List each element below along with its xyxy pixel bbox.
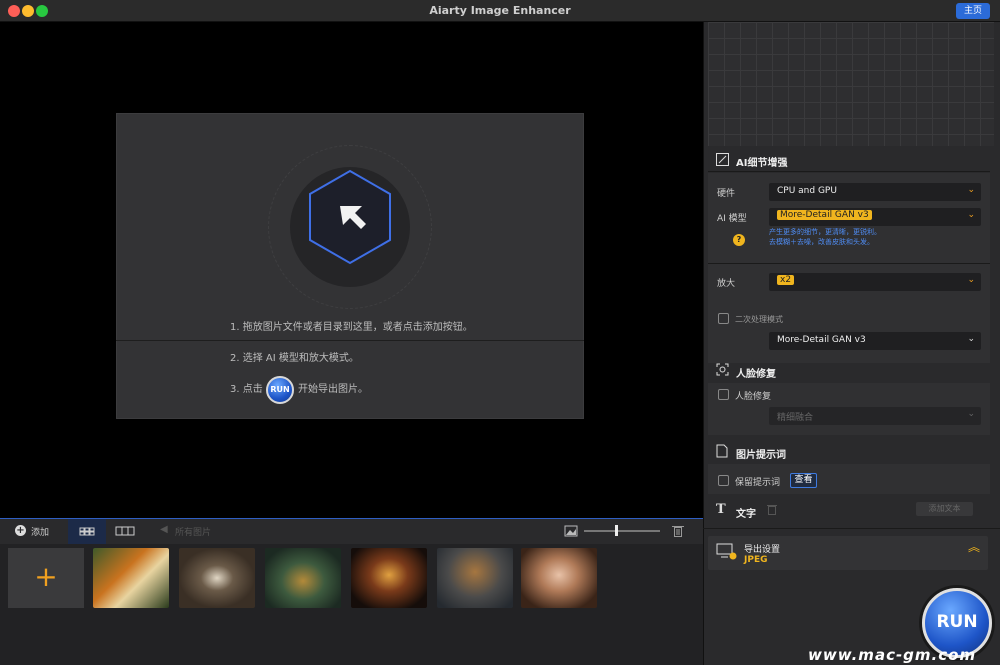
model-description-2: 去模糊＋去噪，改善皮肤和头发。	[769, 238, 874, 246]
add-text-button[interactable]: 添加文本	[916, 502, 973, 516]
hardware-label: 硬件	[717, 189, 736, 199]
export-title: 导出设置	[744, 545, 781, 555]
face-repair-checkbox[interactable]	[718, 389, 729, 400]
face-mode-value: 精细融合	[777, 413, 814, 423]
trash-icon[interactable]	[672, 524, 684, 537]
prompt-title: 图片提示词	[736, 450, 786, 461]
home-button[interactable]: 主页	[956, 3, 990, 19]
instruction-step-3-prefix: 3. 点击	[230, 384, 263, 395]
trash-icon[interactable]	[767, 503, 777, 515]
chevron-down-icon: ⌄	[967, 409, 975, 419]
divider	[703, 528, 1000, 529]
add-icon[interactable]: +	[15, 525, 26, 536]
chevron-down-icon: ⌄	[967, 334, 975, 344]
face-mode-select[interactable]: 精细融合 ⌄	[769, 407, 981, 425]
instruction-step-2: 2. 选择 AI 模型和放大模式。	[230, 353, 359, 364]
export-settings-icon	[716, 543, 737, 560]
chevron-down-icon: ⌄	[967, 210, 975, 220]
model-select[interactable]: More-Detail GAN v3 ⌄	[769, 208, 981, 226]
chevron-down-icon: ⌄	[967, 275, 975, 285]
model-value: More-Detail GAN v3	[777, 210, 872, 220]
grid-view-icon	[79, 527, 95, 536]
face-icon	[716, 363, 729, 376]
second-pass-select[interactable]: More-Detail GAN v3 ⌄	[769, 332, 981, 350]
help-icon[interactable]: ?	[733, 234, 745, 246]
enhance-icon	[716, 153, 729, 166]
slider-handle[interactable]	[615, 525, 618, 536]
face-repair-label: 人脸修复	[735, 392, 772, 402]
text-title: 文字	[736, 509, 756, 520]
ai-detail-title: AI细节增强	[736, 158, 788, 169]
drop-zone-divider	[116, 340, 584, 341]
second-pass-value: More-Detail GAN v3	[777, 335, 866, 345]
export-format: JPEG	[744, 555, 768, 565]
thumbnail-woman[interactable]	[521, 548, 597, 608]
keep-prompt-label: 保留提示词	[735, 478, 781, 488]
chevron-down-icon: ⌄	[967, 185, 975, 195]
run-icon-inline: RUN	[266, 376, 294, 404]
grid-view-button[interactable]	[68, 519, 106, 544]
view-prompt-button[interactable]: 查看	[790, 473, 817, 488]
add-cursor-icon[interactable]	[306, 168, 394, 266]
hardware-select[interactable]: CPU and GPU ⌄	[769, 183, 981, 201]
instruction-step-1: 1. 拖放图片文件或者目录到这里，或者点击添加按钮。	[230, 322, 473, 333]
upscale-select[interactable]: x2 ⌄	[769, 273, 981, 291]
keep-prompt-checkbox[interactable]	[718, 475, 729, 486]
add-image-tile[interactable]: +	[8, 548, 84, 608]
second-pass-checkbox[interactable]	[718, 313, 729, 324]
divider	[708, 171, 990, 172]
upscale-label: 放大	[717, 279, 736, 289]
second-pass-label: 二次处理模式	[735, 315, 783, 324]
face-repair-title: 人脸修复	[736, 369, 776, 380]
add-button[interactable]: 添加	[31, 525, 49, 538]
thumbnail-tiger[interactable]	[93, 548, 169, 608]
upscale-value: x2	[777, 275, 795, 285]
image-size-icon	[564, 525, 578, 537]
text-tool-icon: T	[716, 502, 726, 517]
model-description-1: 产生更多的细节，更清晰，更锐利。	[769, 228, 881, 236]
hardware-value: CPU and GPU	[777, 186, 837, 196]
all-images-link[interactable]: 所有图片	[175, 525, 211, 538]
instruction-step-3-suffix: 开始导出图片。	[298, 384, 368, 395]
thumbnail-burger[interactable]	[351, 548, 427, 608]
document-icon	[716, 444, 728, 458]
thumbnail-bottle[interactable]	[265, 548, 341, 608]
expand-up-icon[interactable]: ︽	[968, 541, 980, 553]
filmstrip-view-icon[interactable]	[110, 519, 140, 544]
model-label: AI 模型	[717, 214, 747, 224]
thumbnail-dog[interactable]	[437, 548, 513, 608]
divider	[708, 263, 990, 264]
thumbnail-size-slider[interactable]	[584, 530, 660, 532]
watermark: www.mac-gm.com	[808, 646, 977, 664]
back-arrow-icon[interactable]: ◀	[160, 524, 168, 535]
window-title: Aiarty Image Enhancer	[429, 4, 571, 17]
thumbnail-butterfly[interactable]	[179, 548, 255, 608]
preview-grid	[708, 22, 994, 146]
